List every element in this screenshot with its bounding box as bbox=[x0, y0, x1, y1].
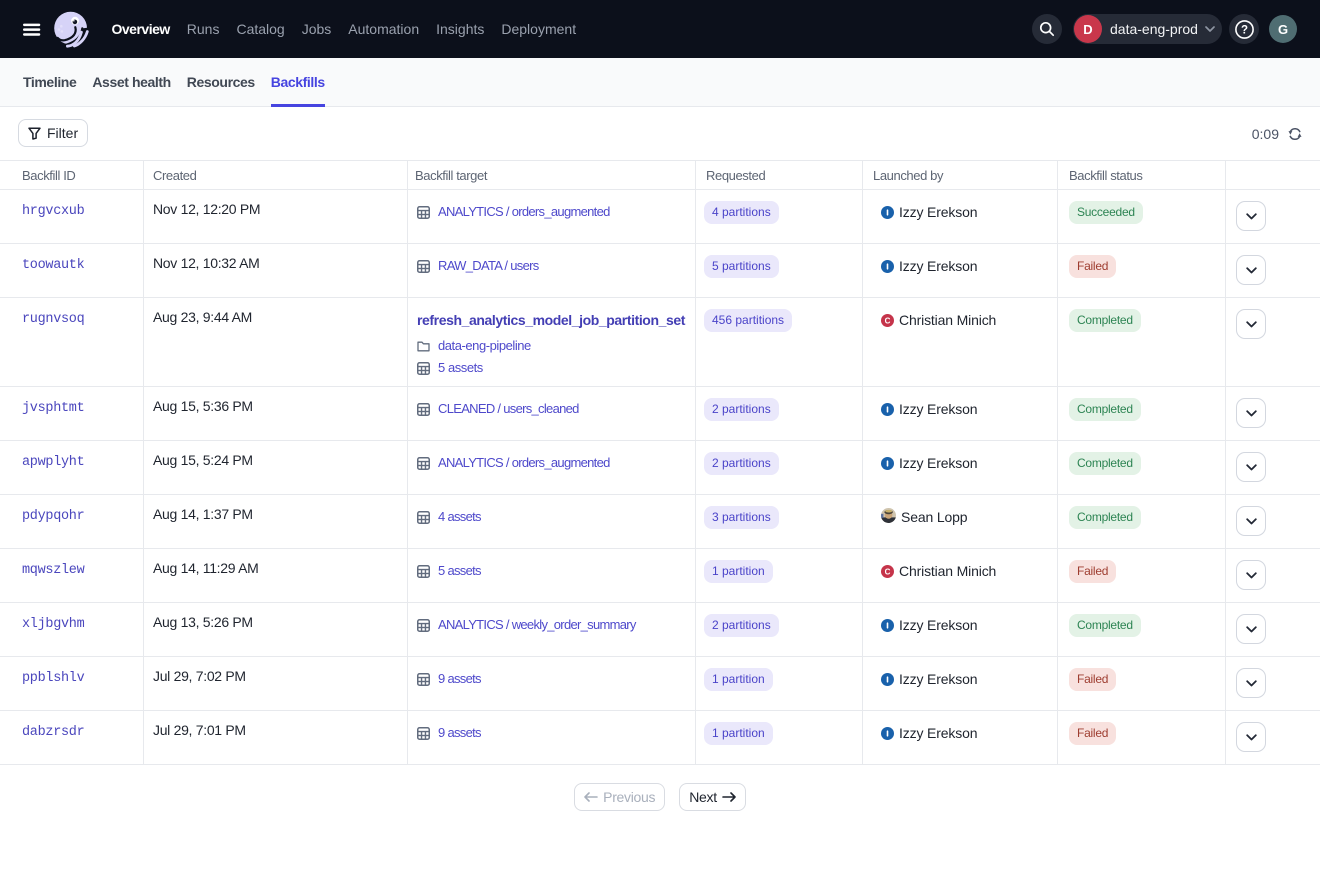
svg-text:?: ? bbox=[1240, 24, 1247, 36]
svg-text:C: C bbox=[885, 567, 891, 576]
svg-text:C: C bbox=[885, 316, 891, 325]
